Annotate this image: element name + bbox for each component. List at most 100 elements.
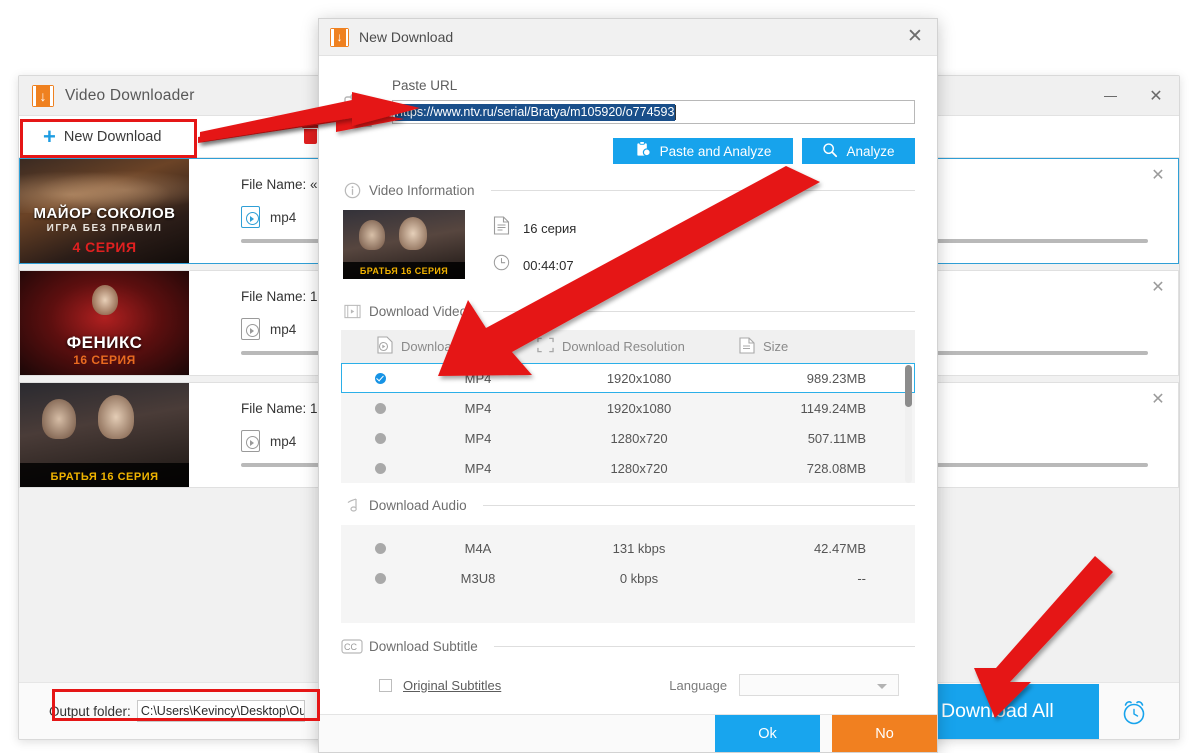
divider [483,311,915,312]
download-video-header: Download Video [341,304,915,319]
video-thumbnail-caption: БРАТЬЯ 16 СЕРИЯ [359,266,449,276]
row-radio[interactable] [342,372,418,384]
row-radio[interactable] [342,542,418,554]
table-row[interactable]: M4A 131 kbps 42.47MB [341,533,915,563]
analyze-label: Analyze [846,143,895,159]
poster-caption: БРАТЬЯ 16 СЕРИЯ [50,471,159,483]
row-format: MP4 [464,370,492,386]
selected-radio-icon [374,372,386,384]
window-controls: ✕ [1087,76,1179,116]
annotation-box-new-download [20,119,197,158]
app-title: Video Downloader [65,86,195,104]
dialog-titlebar: ↓ New Download ✕ [319,19,937,56]
divider [490,190,915,191]
video-icon [341,304,363,319]
url-input-value: https://www.ntv.ru/serial/Bratya/m105920… [395,103,676,121]
clipboard-paste-icon [341,92,383,164]
divider [493,646,915,647]
original-subtitles-checkbox[interactable] [379,678,392,692]
row-radio[interactable] [342,572,418,584]
language-label: Language [669,677,728,693]
row-resolution: 1920x1080 [606,400,672,416]
url-input[interactable]: https://www.ntv.ru/serial/Bratya/m105920… [392,100,915,124]
download-all-label: Download All [941,700,1054,722]
ok-button[interactable]: Ok [715,715,820,752]
table-row[interactable]: MP4 1280x720 507.11MB [341,423,915,453]
trash-icon [302,122,320,144]
dialog-footer: Ok No [319,714,937,752]
no-button[interactable]: No [832,715,937,752]
language-select[interactable] [739,674,900,696]
row-format: M4A [464,540,492,556]
row-size: -- [857,570,866,586]
paste-and-analyze-button[interactable]: Paste and Analyze [613,138,793,164]
poster-line-2: 16 СЕРИЯ [73,353,136,367]
radio-icon [374,572,386,584]
remove-item-icon[interactable]: ✕ [1149,167,1167,185]
info-icon [341,182,363,199]
remove-item-icon[interactable]: ✕ [1149,391,1167,409]
analyze-button[interactable]: Analyze [802,138,915,164]
poster-line-2: ИГРА БЕЗ ПРАВИЛ [46,223,163,234]
format-column-label: Download Format [401,339,504,354]
media-file-icon [241,206,260,228]
minimize-icon[interactable] [1087,76,1133,116]
closed-caption-icon: CC [341,639,363,654]
download-audio-label: Download Audio [369,498,467,513]
poster-line-1: МАЙОР СОКОЛОВ [33,205,176,222]
table-row[interactable]: MP4 1920x1080 1149.24MB [341,393,915,423]
clock-icon [493,254,510,276]
row-resolution: 1280x720 [610,430,668,446]
ok-label: Ok [758,725,777,742]
file-format: mp4 [270,209,297,225]
video-metadata: 16 серия 00:44:07 [465,210,576,290]
text-caret [675,104,677,120]
music-note-icon [341,497,363,514]
row-format: MP4 [464,400,492,416]
scrollbar-thumb[interactable] [905,365,912,407]
poster-line-1: ФЕНИКС [66,333,143,352]
size-icon [739,336,755,357]
analyze-buttons: Paste and Analyze Analyze [392,138,915,164]
paste-and-analyze-label: Paste and Analyze [659,143,772,159]
row-radio[interactable] [342,402,418,414]
new-download-dialog: ↓ New Download ✕ Paste URL https://www.n… [318,18,938,753]
download-subtitle-header: CC Download Subtitle [341,639,915,654]
row-radio[interactable] [342,462,418,474]
table-row[interactable]: M3U8 0 kbps -- [341,563,915,593]
svg-text:CC: CC [344,642,357,652]
dialog-body: Paste URL https://www.ntv.ru/serial/Brat… [319,56,937,716]
video-downloader-logo-icon: ↓ [32,84,54,107]
table-scrollbar[interactable] [905,365,912,483]
row-size: 507.11MB [807,430,866,446]
close-icon[interactable]: ✕ [1133,76,1179,116]
table-header: Download Format Download Resolution Size [341,330,915,363]
video-downloader-logo-icon: ↓ [330,27,349,47]
row-size: 989.23MB [806,370,866,386]
chevron-down-icon [877,684,888,689]
row-size: 42.47MB [813,540,866,556]
radio-icon [374,542,386,554]
subtitle-options: Original Subtitles Language [341,674,915,696]
poster-line-3: 4 СЕРИЯ [72,239,137,255]
row-radio[interactable] [342,432,418,444]
radio-icon [374,402,386,414]
thumbnail: ФЕНИКС 16 СЕРИЯ [20,271,189,375]
row-format: M3U8 [460,570,496,586]
annotation-box-output-folder [52,689,320,721]
remove-item-icon[interactable]: ✕ [1149,279,1167,297]
original-subtitles-label[interactable]: Original Subtitles [403,678,501,693]
table-row[interactable]: MP4 1920x1080 989.23MB [341,363,915,393]
no-label: No [875,725,894,742]
resolution-column-label: Download Resolution [562,339,685,354]
paste-url-section: Paste URL https://www.ntv.ru/serial/Brat… [341,56,915,164]
radio-icon [374,462,386,474]
close-icon[interactable]: ✕ [905,27,925,48]
alarm-clock-icon[interactable] [1104,684,1164,739]
resolution-icon [537,337,554,356]
magnifier-icon [822,142,838,161]
download-all-button[interactable]: Download All [923,684,1099,739]
video-duration: 00:44:07 [523,257,574,273]
row-size: 728.08MB [806,460,866,476]
table-row[interactable]: MP4 1280x720 728.08MB [341,453,915,483]
